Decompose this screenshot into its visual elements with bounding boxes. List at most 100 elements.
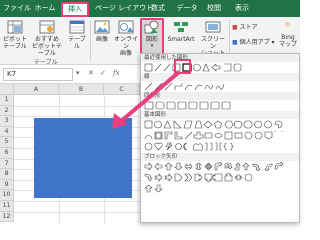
trapezoid-icon [194, 120, 203, 129]
row-header[interactable]: 11 [0, 201, 14, 212]
quad-arrow-icon [204, 162, 213, 171]
tab-formulas[interactable]: 数式 [149, 2, 167, 15]
round-corner-rect-icon [199, 101, 209, 110]
row-header[interactable]: 4 [0, 126, 14, 138]
recent-shapes-header: 最近使用した図形 [141, 54, 299, 62]
store-icon: ■ [232, 24, 238, 31]
basic-shapes-row-2 [144, 131, 283, 140]
block-arrows-row-1 [144, 162, 284, 171]
cloud-icon [192, 143, 204, 151]
row-header[interactable]: 12 [0, 211, 14, 223]
recommended-pivot-button[interactable]: おすすめ ピボットテーブル [30, 20, 64, 57]
pie-icon [274, 120, 283, 129]
right-bracket-icon [219, 142, 222, 151]
block-arc-icon [264, 131, 273, 140]
left-bracket-icon [215, 142, 218, 151]
row-header[interactable]: 3 [0, 116, 14, 127]
cancel-icon[interactable]: ✕ [88, 69, 94, 77]
down-arrow-callout-icon [204, 173, 213, 182]
inserted-rectangle-shape[interactable] [34, 118, 132, 198]
recommended-pivot-label: おすすめ ピボットテーブル [31, 36, 62, 57]
rectangle-icon [144, 101, 154, 110]
insert-function-icon[interactable]: fx [113, 69, 120, 77]
can-icon [214, 133, 223, 138]
pictures-button[interactable]: 画像 [92, 20, 112, 54]
select-all-corner[interactable] [0, 84, 14, 95]
enter-icon[interactable]: ✓ [100, 69, 106, 77]
tab-page-layout[interactable]: ページ レイアウト [95, 2, 153, 15]
bing-label: Bing マップ [278, 34, 297, 48]
right-arrow-callout-icon [194, 173, 203, 182]
online-pictures-button[interactable]: オンライン 画像 [113, 20, 139, 57]
right-triangle-icon [173, 120, 182, 129]
up-down-arrow-icon [195, 162, 202, 171]
tab-view[interactable]: 表示 [233, 2, 251, 15]
bing-maps-button[interactable]: ᵇ Bing マップ [278, 20, 298, 54]
shapes-button-highlight [140, 18, 164, 58]
rounded-rect-icon [233, 63, 242, 72]
arrow-line-icon [154, 82, 163, 91]
row-header[interactable]: 1 [0, 95, 14, 106]
left-right-arrow-icon [184, 163, 193, 170]
moon-icon [183, 142, 188, 151]
snip-corner-rect-icon [166, 101, 176, 110]
round-diagonal-rect-icon [221, 101, 231, 110]
snip-same-side-rect-icon [177, 101, 187, 110]
screenshot-button[interactable]: スクリーン ショット [199, 20, 227, 57]
block-arrows-row-3 [144, 184, 163, 193]
row-header[interactable]: 8 [0, 169, 14, 180]
tab-data[interactable]: データ [175, 2, 199, 15]
picture-icon [94, 20, 110, 34]
diamond-icon [203, 120, 213, 129]
decagon-icon [254, 120, 262, 129]
screenshot-icon [205, 21, 221, 33]
pentagon-arrow-icon [174, 173, 183, 182]
pivot-table-button[interactable]: ピボット テーブル [2, 20, 28, 54]
pictures-label: 画像 [95, 36, 108, 43]
tab-home[interactable]: ホーム [33, 2, 57, 15]
my-addins-button[interactable]: ■ 個人用アプ ▾ [232, 37, 275, 46]
row-header[interactable]: 2 [0, 105, 14, 117]
my-addins-icon: ■ [232, 39, 238, 46]
heart-icon [154, 142, 163, 151]
curved-down-arrow-icon [144, 173, 153, 182]
name-box[interactable]: K7 [3, 68, 73, 81]
scribble-icon [215, 83, 225, 90]
sun-icon [175, 143, 182, 150]
down-arrow-icon [174, 162, 183, 171]
tab-file[interactable]: ファイル [2, 2, 32, 15]
column-header[interactable]: B [59, 84, 104, 95]
name-box-dropdown-icon[interactable]: ▾ [76, 69, 80, 77]
row-header[interactable]: 5 [0, 137, 14, 148]
round-same-side-rect-icon [210, 101, 220, 110]
row-header[interactable]: 10 [0, 190, 14, 201]
recommended-pivot-icon [39, 20, 55, 34]
smartart-button[interactable]: SmartArt [165, 20, 197, 54]
store-label: ストア [239, 24, 258, 31]
u-turn-arrow-icon [224, 162, 233, 170]
smartart-icon [174, 22, 188, 32]
chord-icon [144, 135, 153, 140]
column-header[interactable]: A [14, 84, 59, 95]
arrow-line-icon [163, 63, 171, 72]
bent-arrow-icon [214, 162, 223, 171]
pivot-table-label: ピボット テーブル [2, 36, 27, 50]
lightning-bolt-icon [165, 142, 173, 151]
line-icon [154, 63, 162, 72]
line-icon [144, 82, 153, 91]
bracket-icon [224, 63, 232, 72]
tab-review[interactable]: 校閲 [205, 2, 223, 15]
row-header[interactable]: 6 [0, 148, 14, 159]
up-arrow-icon [164, 162, 173, 171]
row-header[interactable]: 9 [0, 179, 14, 191]
rectangles-row [144, 101, 231, 110]
triangle-icon [163, 120, 172, 129]
store-button[interactable]: ■ ストア [232, 22, 258, 31]
column-header[interactable]: C [104, 84, 140, 95]
row-header[interactable]: 7 [0, 158, 14, 170]
online-pictures-label: オンライン 画像 [113, 36, 138, 57]
no-symbol-icon [254, 131, 263, 140]
insert-tab-highlight [61, 2, 89, 17]
bent-up-arrow-icon [242, 162, 250, 171]
table-button[interactable]: テーブル [66, 20, 88, 54]
